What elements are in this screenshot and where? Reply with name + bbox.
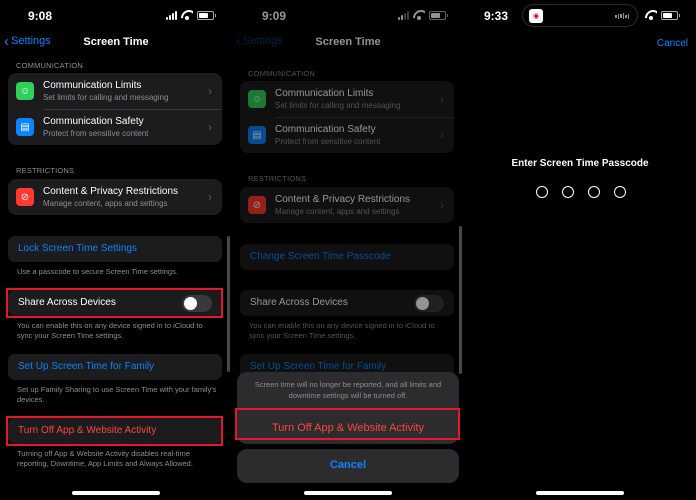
passcode-prompt: Enter Screen Time Passcode xyxy=(511,158,649,169)
chat-bubbles-icon: ▤ xyxy=(16,118,34,136)
communication-safety-subtitle: Protect from sensitive content xyxy=(43,129,149,138)
restrictions-section-header: RESTRICTIONS xyxy=(16,166,75,175)
app-activity-icon: ◉ xyxy=(529,9,543,23)
status-icons xyxy=(645,10,680,20)
battery-icon xyxy=(661,10,680,20)
communication-safety-title: Communication Safety xyxy=(43,116,144,127)
communication-group: ☺ Communication Limits Set limits for ca… xyxy=(8,73,222,145)
dynamic-island[interactable]: ◉ xyxy=(522,4,638,27)
communication-limits-title: Communication Limits xyxy=(43,80,142,91)
wifi-icon xyxy=(645,10,657,20)
passcode-dot xyxy=(562,186,574,198)
communication-limits-subtitle: Set limits for calling and messaging xyxy=(43,93,169,102)
passcode-dot xyxy=(536,186,548,198)
screen-time-panel-2: 9:09 ‹ Settings Screen Time COMMUNICATIO… xyxy=(232,0,464,500)
passcode-dot xyxy=(614,186,626,198)
battery-icon xyxy=(197,10,216,20)
person-circle-icon: ☺ xyxy=(16,82,34,100)
lock-screen-time-button[interactable]: Lock Screen Time Settings xyxy=(8,236,222,262)
chevron-right-icon: › xyxy=(208,120,212,134)
status-bar: 9:33 ◉ xyxy=(464,0,696,30)
navigation-bar: ‹ Settings Screen Time xyxy=(0,32,232,54)
lock-screen-time-label: Lock Screen Time Settings xyxy=(18,243,137,254)
communication-safety-row[interactable]: ▤ Communication Safety Protect from sens… xyxy=(8,109,222,145)
communication-limits-row[interactable]: ☺ Communication Limits Set limits for ca… xyxy=(8,73,222,109)
turn-off-note: Turning off App & Website Activity disab… xyxy=(17,449,193,468)
no-entry-icon: ⊘ xyxy=(16,188,34,206)
communication-section-header: COMMUNICATION xyxy=(16,61,84,70)
passcode-dots xyxy=(536,186,626,198)
family-note: Set up Family Sharing to use Screen Time… xyxy=(17,385,217,404)
cancel-button[interactable]: Cancel xyxy=(237,449,459,483)
home-indicator xyxy=(536,491,624,495)
cancel-button[interactable]: Cancel xyxy=(657,38,688,49)
cancel-label: Cancel xyxy=(329,459,367,471)
status-icons xyxy=(166,10,216,20)
highlight-box xyxy=(6,416,223,446)
page-title: Screen Time xyxy=(83,36,149,48)
content-privacy-title: Content & Privacy Restrictions xyxy=(43,186,179,197)
status-time: 9:33 xyxy=(484,9,509,23)
chevron-right-icon: › xyxy=(208,84,212,98)
highlight-box xyxy=(6,288,223,318)
passcode-panel: 9:33 ◉ Cancel Enter Screen Time Passcode xyxy=(464,0,696,500)
status-bar: 9:08 xyxy=(0,0,232,30)
status-time: 9:08 xyxy=(28,9,53,23)
content-privacy-subtitle: Manage content, apps and settings xyxy=(43,199,168,208)
content-privacy-row[interactable]: ⊘ Content & Privacy Restrictions Manage … xyxy=(8,179,222,215)
scrollbar[interactable] xyxy=(459,226,462,374)
scrollbar[interactable] xyxy=(227,236,230,372)
chevron-right-icon: › xyxy=(208,190,212,204)
cellular-signal-icon xyxy=(166,10,177,20)
restrictions-group: ⊘ Content & Privacy Restrictions Manage … xyxy=(8,179,222,215)
screen-time-panel-1: 9:08 ‹ Settings Screen Time COMMUNICATIO… xyxy=(0,0,232,500)
wifi-icon xyxy=(181,10,193,20)
action-sheet-message: Screen time will no longer be reported, … xyxy=(254,380,442,400)
share-note: You can enable this on any device signed… xyxy=(17,321,203,340)
home-indicator xyxy=(72,491,160,495)
highlight-box xyxy=(235,408,460,440)
setup-family-button[interactable]: Set Up Screen Time for Family xyxy=(8,354,222,380)
audio-wave-icon xyxy=(615,13,629,19)
setup-family-label: Set Up Screen Time for Family xyxy=(18,361,155,372)
passcode-dot xyxy=(588,186,600,198)
home-indicator xyxy=(304,491,392,495)
lock-note: Use a passcode to secure Screen Time set… xyxy=(17,267,178,276)
